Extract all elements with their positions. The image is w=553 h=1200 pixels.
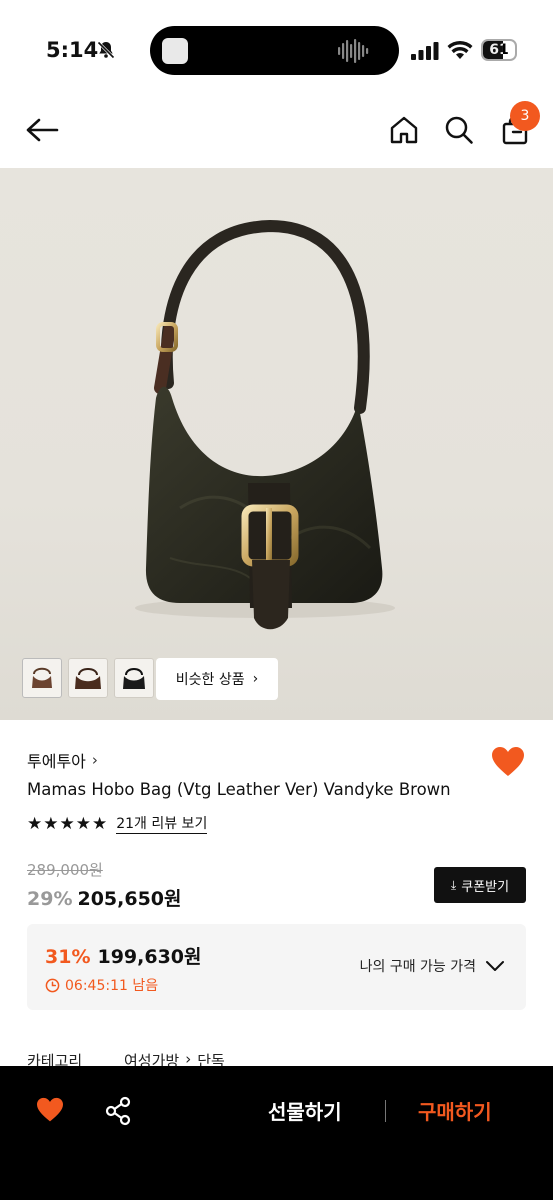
thumbnail-strip: [22, 658, 154, 698]
review-link[interactable]: 21개 리뷰 보기: [116, 815, 208, 834]
buy-button[interactable]: 구매하기: [418, 1096, 492, 1125]
my-price-row: 31% 199,630원: [45, 942, 202, 969]
bell-slash-icon: [97, 41, 115, 59]
back-button[interactable]: [24, 112, 60, 148]
home-icon: [390, 116, 418, 144]
thumbnail-2[interactable]: [68, 658, 108, 698]
share-icon[interactable]: [104, 1096, 132, 1126]
thumbnail-bag-icon: [75, 668, 101, 689]
dynamic-island: [150, 26, 399, 75]
original-price: 289,000원: [27, 861, 103, 879]
similar-products-label: 비슷한 상품: [175, 672, 245, 688]
heart-icon[interactable]: [491, 746, 525, 778]
wifi-icon: [447, 40, 473, 59]
my-price-label: 나의 구매 가능 가격: [359, 959, 476, 975]
countdown-timer: 06:45:11 남음: [45, 975, 158, 995]
status-time: 5:14: [46, 38, 99, 62]
rating-row: ★★★★★ 21개 리뷰 보기: [27, 814, 208, 834]
coupon-label: 쿠폰받기: [461, 879, 510, 895]
product-photo-hobo-bag: [135, 219, 395, 630]
brand-name: 투에투아: [27, 752, 86, 771]
thumbnail-bag-icon: [123, 668, 145, 689]
battery-icon: 61: [481, 39, 517, 61]
signal-icon: [411, 42, 439, 60]
my-discount-rate: 31%: [45, 946, 91, 968]
my-price: 199,630원: [97, 946, 202, 968]
heart-icon[interactable]: [36, 1097, 64, 1123]
gift-button[interactable]: 선물하기: [268, 1096, 342, 1125]
status-bar: 5:14 61: [0, 0, 553, 100]
search-button[interactable]: [442, 112, 476, 148]
divider: [385, 1100, 386, 1122]
discount-rate: 29%: [27, 888, 73, 910]
price-row: 29% 205,650원: [27, 884, 182, 911]
clock-icon: [45, 978, 60, 992]
cart-count-badge: 3: [510, 101, 540, 131]
coupon-button[interactable]: ⤓ 쿠폰받기: [434, 867, 526, 903]
similar-products-button[interactable]: 비슷한 상품 ›: [156, 658, 278, 700]
brand-link[interactable]: 투에투아 ›: [27, 748, 98, 772]
download-icon: ⤓: [450, 877, 457, 892]
top-nav: 3: [0, 100, 553, 168]
my-price-box[interactable]: 31% 199,630원 06:45:11 남음 나의 구매 가능 가격: [27, 924, 526, 1010]
product-title: Mamas Hobo Bag (Vtg Leather Ver) Vandyke…: [27, 780, 451, 799]
chevron-down-icon: [486, 961, 504, 971]
chevron-right-icon: ›: [252, 671, 259, 687]
product-image-gallery[interactable]: 비슷한 상품 ›: [0, 168, 553, 720]
chevron-right-icon: ›: [91, 751, 98, 769]
app-icon: [162, 38, 188, 64]
audio-wave-icon: [338, 39, 369, 63]
back-arrow-icon: [26, 118, 59, 142]
sale-price: 205,650원: [77, 888, 182, 910]
timer-text: 06:45:11 남음: [65, 978, 159, 994]
thumbnail-bag-icon: [32, 667, 52, 688]
search-icon: [445, 116, 473, 144]
battery-level: 61: [489, 42, 509, 58]
star-rating: ★★★★★: [27, 814, 109, 834]
thumbnail-3[interactable]: [114, 658, 154, 698]
thumbnail-1[interactable]: [22, 658, 62, 698]
bottom-action-bar: 선물하기 구매하기: [0, 1066, 553, 1200]
home-button[interactable]: [388, 112, 420, 148]
my-price-toggle[interactable]: 나의 구매 가능 가격: [360, 956, 504, 976]
